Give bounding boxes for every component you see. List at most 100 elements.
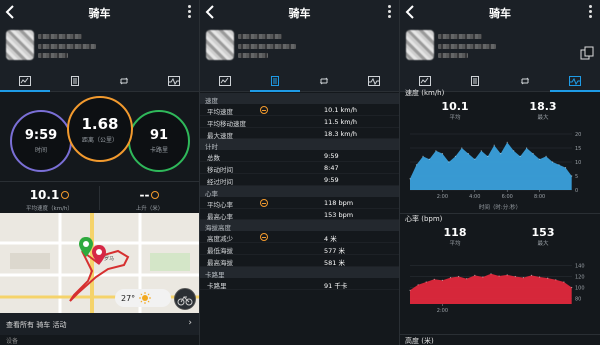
detail-key: 最高海拔 (207, 258, 233, 267)
x-tick-label: 2:00 (437, 308, 448, 314)
section-header: 速度 (200, 93, 399, 105)
data-point (498, 275, 500, 277)
tab-laps[interactable] (100, 70, 150, 91)
data-point (417, 284, 419, 286)
more-options-icon[interactable] (589, 5, 593, 21)
data-point (433, 278, 435, 280)
detail-row: 最大速度 18.3 km/h (200, 128, 399, 140)
detail-row: 移动时间 8:47 (200, 162, 399, 174)
ascent-value: -- (139, 188, 150, 202)
tab-details[interactable] (249, 70, 300, 92)
more-options-icon[interactable] (388, 5, 392, 21)
hr-avg-label: 平均 (449, 241, 461, 247)
view-all-activities-link[interactable]: 查看所有 骑车 活动 › (0, 313, 199, 335)
avatar[interactable] (6, 30, 34, 60)
tab-charts[interactable] (349, 70, 399, 91)
data-point (530, 274, 533, 276)
detail-row: 平均移动速度 11.5 km/h (200, 116, 399, 128)
data-point (467, 153, 469, 155)
data-point (539, 276, 541, 278)
speed-avg-label: 平均 (449, 115, 461, 121)
data-point (480, 150, 482, 152)
tab-charts[interactable] (149, 70, 199, 91)
detail-row: 平均心率 118 bpm (200, 197, 399, 209)
data-point (409, 178, 411, 180)
info-indicator-icon[interactable] (260, 233, 268, 242)
details-tab-icon (70, 75, 79, 86)
distance-ring: 1.68 距离（公里） (67, 96, 133, 162)
share-icon[interactable] (580, 46, 594, 60)
data-point (555, 279, 557, 281)
hr-avg-stat: 118 平均 (425, 226, 485, 247)
data-point (435, 150, 437, 152)
tab-summary[interactable] (200, 70, 250, 91)
speed-avg-value: 10.1 (441, 100, 469, 113)
details-screen: 骑车 速度 平均速度 10.1 km/h 平均移动速度 11.5 km/h 最大速度 18.… (200, 0, 399, 345)
activity-header (200, 26, 399, 70)
detail-key: 最高心率 (207, 212, 233, 221)
activity-type-badge (174, 288, 196, 310)
data-point (474, 274, 476, 276)
bike-icon (177, 296, 193, 306)
data-point (519, 155, 521, 157)
y-tick-label: 100 (575, 286, 585, 292)
ascent-label: 上升（米） (135, 206, 164, 212)
details-table: 速度 平均速度 10.1 km/h 平均移动速度 11.5 km/h 最大速度 18.3 k… (200, 93, 399, 290)
x-tick-label: 2:00 (437, 194, 448, 200)
detail-key: 最低海拔 (207, 247, 233, 256)
activity-header (400, 26, 600, 70)
section-header: 卡路里 (200, 266, 399, 279)
more-options-icon[interactable] (188, 5, 192, 21)
calories-value: 91 (149, 128, 169, 143)
data-point (571, 286, 573, 289)
avg-speed-label: 平均速度（km/h） (26, 206, 73, 212)
detail-value: 91 千卡 (324, 281, 348, 290)
avg-speed-value: 10.1 (29, 188, 60, 202)
blurred-name (438, 34, 482, 39)
tab-details[interactable] (50, 70, 100, 91)
data-point (571, 175, 573, 177)
page-title: 骑车 (288, 7, 311, 20)
secondary-stats: 10.1 平均速度（km/h） -- 上升（米） (0, 181, 199, 213)
hr-max-value: 153 (531, 226, 555, 239)
avatar[interactable] (206, 30, 234, 60)
speed-max-stat: 18.3 最大 (513, 100, 573, 121)
speed-chart[interactable]: 20 15 10 5 0 2:00 4:00 6:00 8:00 (400, 128, 600, 202)
x-tick-label: 6:00 (502, 194, 513, 200)
ascent-indicator-icon (151, 190, 160, 199)
hr-max-stat: 153 最大 (513, 226, 573, 247)
summary-tab-icon (218, 75, 231, 86)
data-point (458, 275, 460, 278)
start-pin-icon (79, 237, 93, 257)
speed-x-axis-label: 时间（时:分:秒） (478, 205, 522, 211)
chevron-right-icon: › (188, 318, 192, 328)
info-indicator-icon[interactable] (260, 106, 268, 114)
speed-chart-header: 速度 (km/h) (405, 89, 445, 97)
blurred-date (438, 44, 496, 49)
detail-row: 总数 9:59 (200, 150, 399, 162)
sun-icon (139, 292, 152, 304)
data-point (514, 275, 516, 278)
charts-tab-icon (569, 75, 581, 86)
top-bar: 骑车 (0, 0, 199, 26)
data-point (428, 158, 430, 160)
detail-key: 最大速度 (207, 131, 233, 140)
temperature-text: 27° (121, 293, 136, 303)
detail-row: 卡路里 91 千卡 (200, 278, 399, 290)
tab-summary[interactable] (0, 70, 50, 92)
heart-rate-chart[interactable]: 140 120 100 80 2:00 (400, 256, 600, 318)
detail-value: 4 米 (324, 235, 337, 244)
route-map[interactable]: 罗马 27° (0, 213, 199, 313)
detail-row: 最高海拔 581 米 (200, 255, 399, 267)
detail-value: 577 米 (324, 247, 345, 256)
y-tick-label: 140 (575, 264, 585, 270)
avatar[interactable] (406, 30, 434, 60)
data-point (513, 150, 515, 152)
info-indicator-icon[interactable] (260, 198, 268, 207)
detail-row: 最高心率 153 bpm (200, 209, 399, 221)
hr-chart-header: 心率 (bpm) (405, 215, 443, 223)
detail-value: 581 米 (324, 258, 345, 267)
data-point (409, 289, 411, 291)
time-value: 9:59 (24, 128, 58, 143)
tab-laps[interactable] (300, 70, 350, 91)
